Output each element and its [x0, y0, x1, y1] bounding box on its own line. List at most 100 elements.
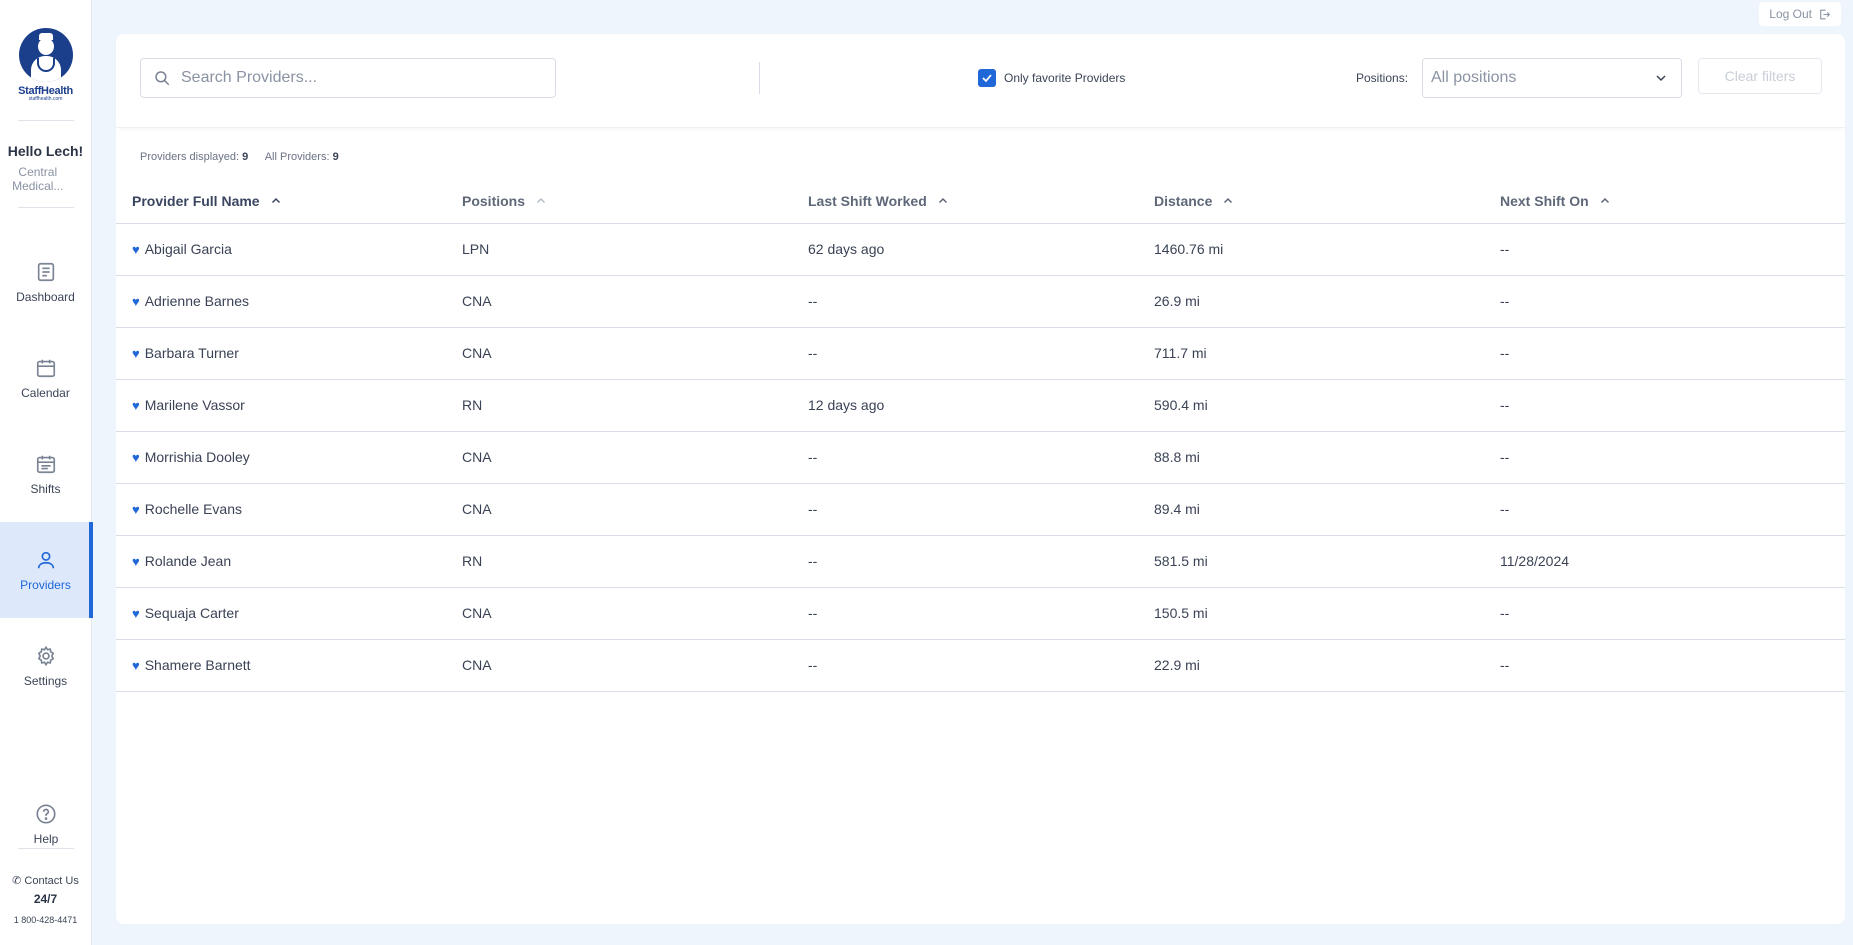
provider-name-cell: ♥ Rolande Jean	[116, 535, 462, 588]
table-row[interactable]: ♥ Adrienne Barnes CNA -- 26.9 mi --	[116, 275, 1845, 328]
provider-distance: 150.5 mi	[1154, 587, 1500, 640]
table-row[interactable]: ♥ Barbara Turner CNA -- 711.7 mi --	[116, 327, 1845, 380]
heart-icon[interactable]: ♥	[132, 659, 140, 672]
sidebar-item-providers[interactable]: Providers	[0, 522, 93, 618]
sidebar-divider	[17, 120, 74, 121]
provider-name[interactable]: Barbara Turner	[145, 345, 239, 361]
provider-name-cell: ♥ Shamere Barnett	[116, 639, 462, 692]
logout-button[interactable]: Log Out	[1759, 2, 1841, 26]
sidebar-item-calendar[interactable]: Calendar	[0, 330, 92, 426]
favorite-checkbox[interactable]	[978, 69, 996, 87]
provider-name[interactable]: Rolande Jean	[145, 553, 231, 569]
shifts-icon	[36, 455, 55, 473]
provider-counts: Providers displayed: 9 All Providers: 9	[140, 151, 353, 163]
provider-name[interactable]: Shamere Barnett	[145, 657, 251, 673]
logout-icon	[1820, 9, 1831, 19]
sidebar-item-dashboard[interactable]: Dashboard	[0, 234, 92, 330]
all-count-value: 9	[332, 151, 339, 163]
phone-icon: ✆	[12, 875, 22, 887]
provider-name[interactable]: Adrienne Barnes	[145, 293, 249, 309]
column-header-label: Last Shift Worked	[808, 192, 927, 209]
next-shift-on: --	[1500, 639, 1845, 692]
table-row[interactable]: ♥ Morrishia Dooley CNA -- 88.8 mi --	[116, 431, 1845, 484]
column-header-positions[interactable]: Positions	[462, 179, 808, 224]
user-icon	[37, 551, 54, 568]
search-input[interactable]	[181, 69, 541, 87]
last-shift-worked: 12 days ago	[808, 379, 1154, 432]
contact-block: ✆ Contact Us 24/7 1 800-428-4471	[0, 874, 92, 925]
gear-icon	[37, 645, 54, 666]
provider-name-cell: ♥ Abigail Garcia	[116, 223, 462, 276]
chevron-down-icon	[1656, 75, 1666, 82]
favorite-filter[interactable]: Only favorite Providers	[978, 69, 1125, 87]
table-row[interactable]: ♥ Sequaja Carter CNA -- 150.5 mi --	[116, 587, 1845, 640]
dashboard-icon	[37, 262, 54, 281]
last-shift-worked: --	[808, 639, 1154, 692]
column-header-name[interactable]: Provider Full Name	[116, 179, 462, 224]
provider-position: CNA	[462, 431, 808, 484]
sidebar-item-label: Settings	[23, 673, 68, 688]
provider-distance: 22.9 mi	[1154, 639, 1500, 692]
sidebar-item-shifts[interactable]: Shifts	[0, 426, 92, 522]
provider-distance: 89.4 mi	[1154, 483, 1500, 536]
provider-name[interactable]: Marilene Vassor	[145, 397, 245, 413]
clear-filters-button[interactable]: Clear filters	[1698, 58, 1822, 94]
sidebar-item-settings[interactable]: Settings	[0, 618, 92, 714]
next-shift-on: --	[1500, 483, 1845, 536]
sort-up-icon[interactable]	[937, 195, 949, 207]
contact-label-row[interactable]: ✆ Contact Us	[0, 874, 92, 887]
column-header-distance[interactable]: Distance	[1154, 179, 1500, 224]
heart-icon[interactable]: ♥	[132, 243, 140, 256]
table-header-row: Provider Full Name Positions Last Shift …	[116, 179, 1845, 224]
table-row[interactable]: ♥ Rolande Jean RN -- 581.5 mi 11/28/2024	[116, 535, 1845, 588]
table-row[interactable]: ♥ Marilene Vassor RN 12 days ago 590.4 mi --	[116, 379, 1845, 432]
provider-distance: 581.5 mi	[1154, 535, 1500, 588]
last-shift-worked: --	[808, 483, 1154, 536]
provider-name[interactable]: Sequaja Carter	[145, 605, 239, 621]
table-row[interactable]: ♥ Abigail Garcia LPN 62 days ago 1460.76 mi -…	[116, 223, 1845, 276]
heart-icon[interactable]: ♥	[132, 607, 140, 620]
heart-icon[interactable]: ♥	[132, 555, 140, 568]
heart-icon[interactable]: ♥	[132, 295, 140, 308]
provider-position: RN	[462, 379, 808, 432]
sidebar-nav: Dashboard Calendar Shifts Providers Sett…	[0, 234, 93, 714]
sort-up-icon[interactable]	[1222, 195, 1234, 207]
all-count-label: All Providers:	[264, 151, 330, 163]
column-header-next-shift[interactable]: Next Shift On	[1500, 179, 1845, 224]
heart-icon[interactable]: ♥	[132, 451, 140, 464]
provider-position: CNA	[462, 483, 808, 536]
column-header-label: Provider Full Name	[132, 192, 260, 209]
sidebar-item-label: Shifts	[30, 481, 61, 496]
heart-icon[interactable]: ♥	[132, 399, 140, 412]
provider-name-cell: ♥ Sequaja Carter	[116, 587, 462, 640]
search-icon	[155, 71, 170, 86]
search-box[interactable]	[140, 58, 556, 98]
sort-up-icon[interactable]	[270, 195, 282, 207]
last-shift-worked: --	[808, 327, 1154, 380]
sort-up-icon[interactable]	[1599, 195, 1611, 207]
sidebar-item-help[interactable]: Help	[0, 776, 92, 872]
provider-position: RN	[462, 535, 808, 588]
sidebar: StaffHealth staffhealth.com Hello Lech! …	[0, 0, 93, 945]
heart-icon[interactable]: ♥	[132, 503, 140, 516]
column-header-last-shift[interactable]: Last Shift Worked	[808, 179, 1154, 224]
sidebar-divider	[18, 848, 74, 849]
sidebar-item-label: Providers	[20, 577, 71, 592]
provider-name[interactable]: Abigail Garcia	[145, 241, 232, 257]
table-body: ♥ Abigail Garcia LPN 62 days ago 1460.76 mi -…	[116, 223, 1845, 692]
last-shift-worked: --	[808, 275, 1154, 328]
provider-name[interactable]: Morrishia Dooley	[145, 449, 250, 465]
provider-name[interactable]: Rochelle Evans	[145, 501, 242, 517]
table-row[interactable]: ♥ Rochelle Evans CNA -- 89.4 mi --	[116, 483, 1845, 536]
last-shift-worked: --	[808, 431, 1154, 484]
filter-bar: Only favorite Providers Positions: All p…	[116, 34, 1845, 128]
sidebar-item-label: Calendar	[21, 385, 70, 400]
provider-name-cell: ♥ Rochelle Evans	[116, 483, 462, 536]
contact-phone[interactable]: 1 800-428-4471	[0, 915, 92, 925]
table-row[interactable]: ♥ Shamere Barnett CNA -- 22.9 mi --	[116, 639, 1845, 692]
positions-select[interactable]: All positions	[1422, 58, 1682, 98]
last-shift-worked: --	[808, 535, 1154, 588]
brand-logo[interactable]: StaffHealth staffhealth.com	[11, 28, 81, 102]
heart-icon[interactable]: ♥	[132, 347, 140, 360]
sort-up-icon[interactable]	[535, 195, 547, 207]
